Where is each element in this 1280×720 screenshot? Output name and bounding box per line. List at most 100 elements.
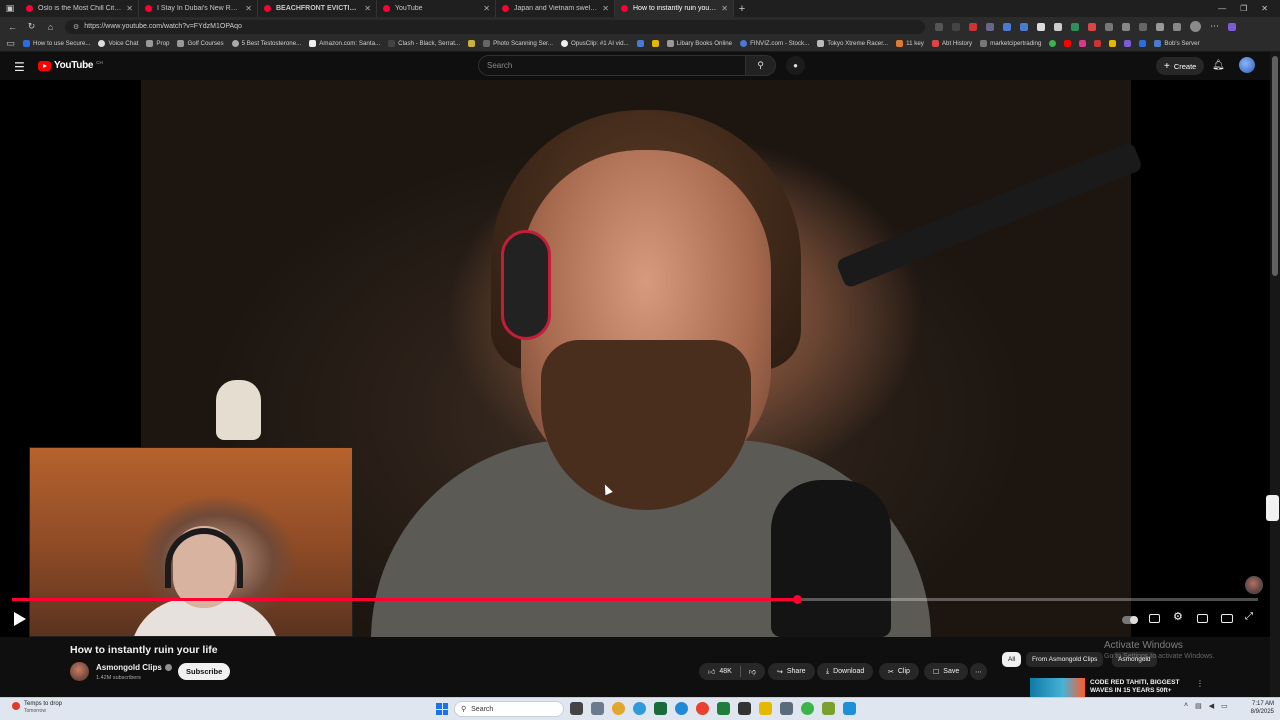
close-tab-icon[interactable]: ✕ bbox=[126, 4, 133, 13]
page-scrollbar[interactable] bbox=[1270, 52, 1280, 697]
bookmark-item[interactable]: Golf Courses bbox=[177, 40, 224, 47]
app-icon[interactable] bbox=[633, 702, 646, 715]
miniplayer-icon[interactable] bbox=[1197, 614, 1208, 623]
bookmark-item[interactable]: Libary Books Online bbox=[666, 40, 732, 47]
restore-icon[interactable]: ❐ bbox=[1240, 4, 1247, 13]
collections-icon[interactable] bbox=[1173, 22, 1181, 31]
app-icon[interactable] bbox=[780, 702, 793, 715]
browser-profile-avatar[interactable] bbox=[1190, 21, 1201, 32]
app-icon[interactable] bbox=[717, 702, 730, 715]
tab-search-icon[interactable]: ▣ bbox=[0, 0, 20, 17]
subtitles-icon[interactable] bbox=[1149, 614, 1160, 623]
bookmark-item[interactable]: marketcipertrading bbox=[980, 40, 1041, 47]
bookmark-item[interactable] bbox=[1079, 40, 1087, 47]
copilot-icon[interactable] bbox=[1228, 22, 1236, 31]
bookmark-item[interactable]: How to use Secure... bbox=[23, 40, 90, 47]
browser-tab-active[interactable]: How to instantly ruin your life - YouTub… bbox=[615, 0, 734, 17]
bookmarks-panel-icon[interactable]: ▭ bbox=[6, 38, 15, 49]
close-tab-icon[interactable]: ✕ bbox=[721, 4, 728, 13]
bookmark-star-icon[interactable] bbox=[952, 22, 960, 31]
search-input[interactable]: Search bbox=[478, 55, 746, 76]
channel-watermark-avatar[interactable] bbox=[1245, 576, 1263, 594]
app-icon[interactable] bbox=[654, 702, 667, 715]
hamburger-menu-icon[interactable]: ☰ bbox=[14, 60, 25, 74]
home-icon[interactable]: ⌂ bbox=[46, 22, 55, 32]
bookmark-item[interactable]: Prop bbox=[146, 40, 169, 47]
search-button[interactable]: ⚲ bbox=[746, 55, 776, 76]
youtube-logo[interactable]: YouTube CH bbox=[38, 60, 103, 71]
extension-icon[interactable] bbox=[969, 22, 977, 31]
more-menu-icon[interactable]: ⋯ bbox=[1210, 21, 1219, 32]
create-button[interactable]: + Create bbox=[1156, 57, 1205, 75]
browser-tab[interactable]: I Stay In Dubai's New Record-Breaking ✕ bbox=[139, 0, 258, 17]
side-panel-toggle[interactable] bbox=[1266, 495, 1279, 521]
bookmark-item[interactable] bbox=[1139, 40, 1147, 47]
app-icon[interactable] bbox=[738, 702, 751, 715]
close-tab-icon[interactable]: ✕ bbox=[364, 4, 371, 13]
bookmark-item[interactable]: Clash - Black, Serrat... bbox=[388, 40, 460, 47]
browser-tab[interactable]: YouTube ✕ bbox=[377, 0, 496, 17]
taskbar-clock[interactable]: 7:17 AM 8/9/2025 bbox=[1236, 700, 1274, 716]
app-icon[interactable] bbox=[801, 702, 814, 715]
taskbar-search[interactable]: ⚲ Search bbox=[454, 701, 564, 717]
close-window-icon[interactable]: ✕ bbox=[1261, 4, 1268, 13]
channel-avatar[interactable] bbox=[70, 662, 89, 681]
settings-gear-icon[interactable]: ⚙ bbox=[1173, 610, 1183, 623]
bookmark-item[interactable] bbox=[468, 40, 476, 47]
extension-icon[interactable] bbox=[1071, 22, 1079, 31]
bookmark-item[interactable]: Bob's Server bbox=[1154, 40, 1200, 47]
recommended-more-icon[interactable]: ⋮ bbox=[1196, 679, 1204, 688]
back-icon[interactable]: ← bbox=[8, 22, 17, 32]
clip-button[interactable]: ✂ Clip bbox=[879, 663, 919, 680]
more-actions-button[interactable]: ⋯ bbox=[970, 663, 987, 680]
bookmark-item[interactable]: Abt History bbox=[931, 40, 972, 47]
browser-tab[interactable]: Oslo is the Most Chill City on Earth ✕ bbox=[20, 0, 139, 17]
app-icon[interactable] bbox=[843, 702, 856, 715]
settings-app-icon[interactable] bbox=[591, 702, 604, 715]
theater-mode-icon[interactable] bbox=[1221, 614, 1233, 623]
channel-name[interactable]: Asmongold Clips bbox=[96, 663, 172, 672]
subscribe-button[interactable]: Subscribe bbox=[178, 663, 231, 680]
bookmark-item[interactable]: 11 key bbox=[896, 40, 924, 47]
save-button[interactable]: ☐ Save bbox=[924, 663, 969, 680]
share-button[interactable]: ↪ Share bbox=[768, 663, 815, 680]
volume-icon[interactable]: ◀ bbox=[1209, 702, 1214, 710]
app-icon[interactable] bbox=[696, 702, 709, 715]
bookmark-item[interactable]: Photo Scanning Ser... bbox=[483, 40, 553, 47]
minimize-icon[interactable]: — bbox=[1218, 4, 1226, 13]
chrome-app-icon[interactable] bbox=[612, 702, 625, 715]
chip-all[interactable]: All bbox=[1002, 652, 1022, 667]
bookmark-item[interactable]: FINVIZ.com - Stock... bbox=[740, 40, 809, 47]
file-explorer-icon[interactable] bbox=[759, 702, 772, 715]
close-tab-icon[interactable]: ✕ bbox=[245, 4, 252, 13]
like-count[interactable]: 48K bbox=[719, 668, 731, 675]
chip-from-channel[interactable]: From Asmongold Clips bbox=[1026, 652, 1104, 667]
edge-app-icon[interactable] bbox=[675, 702, 688, 715]
extension-icon[interactable] bbox=[1088, 22, 1096, 31]
bookmark-item[interactable] bbox=[1049, 40, 1057, 47]
bookmark-item[interactable] bbox=[1124, 40, 1132, 47]
extensions-puzzle-icon[interactable] bbox=[1122, 22, 1130, 31]
account-avatar[interactable] bbox=[1239, 57, 1255, 73]
bookmark-item[interactable]: OpusClip: #1 AI vid... bbox=[560, 40, 629, 47]
scrubber-handle[interactable] bbox=[792, 595, 802, 604]
new-tab-button[interactable]: + bbox=[734, 0, 750, 17]
progress-bar[interactable] bbox=[12, 595, 1258, 604]
extension-icon[interactable] bbox=[986, 22, 994, 31]
windows-start-icon[interactable] bbox=[436, 703, 448, 715]
extension-icon[interactable] bbox=[1105, 22, 1113, 31]
video-player[interactable]: ⚙ ⤢ bbox=[0, 80, 1270, 637]
bookmark-item[interactable] bbox=[1064, 40, 1072, 47]
tray-chevron-icon[interactable]: ˄ bbox=[1184, 702, 1188, 710]
app-icon[interactable] bbox=[822, 702, 835, 715]
thumbs-down-icon[interactable]: 👎︎ bbox=[749, 667, 756, 676]
recommended-video-title[interactable]: CODE RED TAHITI, BIGGEST WAVES IN 15 YEA… bbox=[1090, 679, 1190, 697]
task-view-icon[interactable] bbox=[570, 702, 583, 715]
scrollbar-thumb[interactable] bbox=[1272, 56, 1278, 276]
bookmark-item[interactable] bbox=[1094, 40, 1102, 47]
bookmark-item[interactable] bbox=[651, 40, 659, 47]
thumbs-up-icon[interactable]: 👍︎ bbox=[708, 667, 715, 676]
site-info-icon[interactable]: ⚙ bbox=[73, 23, 79, 31]
extension-icon[interactable] bbox=[1020, 22, 1028, 31]
fullscreen-icon[interactable]: ⤢ bbox=[1245, 611, 1253, 622]
